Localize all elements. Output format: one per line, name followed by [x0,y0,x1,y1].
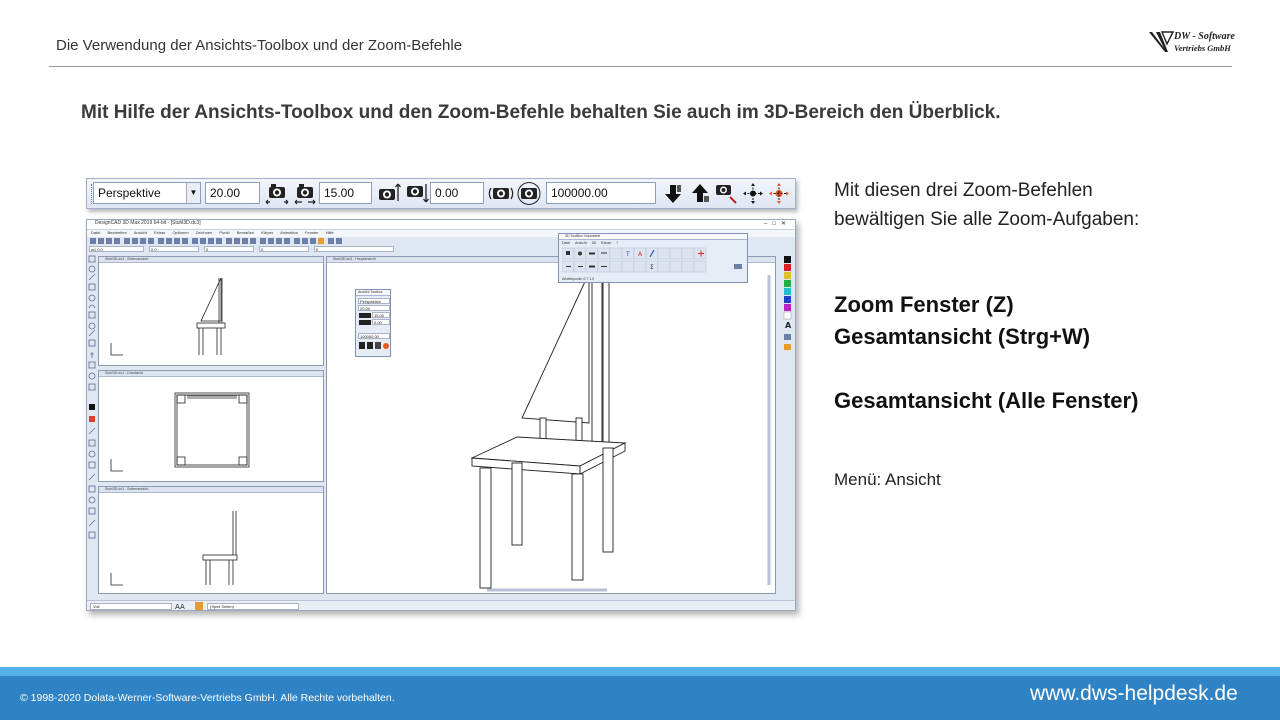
svg-text:A: A [785,321,792,330]
angle-field[interactable]: 0.00 [430,182,484,204]
cad-coordinate-row: w1 0.0 0.0 0 0 0 [89,246,399,253]
menu-punkt[interactable]: Punkt [219,230,229,235]
cad-titlebar: DesignCAD 3D Max 2019 64-bit - [Stuhl3D.… [87,220,795,230]
menu-ansicht[interactable]: Ansicht [134,230,147,235]
window-controls-icon[interactable]: –□✕ [764,220,791,227]
svg-text:Σ: Σ [650,264,654,271]
vol-menu-extras[interactable]: Extras [601,241,611,245]
chair-side-drawing [110,277,226,356]
mini-projection[interactable]: Perspektive [358,298,390,304]
projection-value: Perspektive [98,186,161,200]
menu-fenster[interactable]: Fenster [305,230,319,235]
menu-datei[interactable]: Datei [91,230,100,235]
pane-main-view[interactable]: Stuhl3D.dc3 - Hauptansicht [326,256,776,594]
footer-accent-strip [0,667,1280,676]
cad-statusbar: Voll AA (Spell Seiten) [87,600,795,610]
menu-hilfe[interactable]: Hilfe [326,230,334,235]
header-divider [49,66,1232,67]
vol-menu-help[interactable]: ? [616,241,618,245]
pane-side-view-2[interactable]: Stuhl3D.dc3 - Seitenansicht [98,486,324,594]
view-up-icon[interactable] [687,181,713,206]
mini-value-1[interactable]: 20.00 [358,305,390,311]
mini-camera-icon[interactable] [358,312,372,330]
company-logo: DW - Software Vertriebs GmbH [1148,30,1235,56]
logo-line-1: DW - Software [1174,31,1235,42]
menu-bemassen[interactable]: Bemaßen [237,230,254,235]
zoom-out-factor-field[interactable]: 15.00 [319,182,372,204]
chair-top-drawing [110,392,250,472]
command-full-view-all: Gesamtansicht (Alle Fenster) [834,388,1139,413]
headline: Mit Hilfe der Ansichts-Toolbox und den Z… [81,102,1001,123]
camera-zoom-out-icon[interactable] [292,181,318,206]
intro-text: Mit diesen drei Zoom-Befehlen bewältigen… [834,176,1254,234]
coord-field-5[interactable]: 0 [314,246,394,252]
camera-zoom-in-icon[interactable] [264,181,290,206]
mini-toolbox-title: Ansicht Toolbox [356,290,390,296]
volumetry-footer: Arbeitspunkt: 0.7 1.0 [562,277,595,281]
command-full-view: Gesamtansicht (Strg+W) [834,324,1091,349]
pane-side-view[interactable]: Stuhl3D.dc3 - Seitenansicht [98,256,324,366]
menu-animation[interactable]: Animation [280,230,298,235]
coord-field-4[interactable]: 0 [259,246,309,252]
svg-text:AA: AA [175,603,185,610]
volumetry-toolbox-title: 3D ToolBox Volumetrie [559,234,747,240]
menu-bearbeiten[interactable]: Bearbeiten [107,230,126,235]
pan-zoom-icon[interactable] [766,181,792,206]
logo-mark-icon [1149,31,1174,52]
page-title: Die Verwendung der Ansichts-Toolbox und … [56,37,463,54]
zoom-in-factor-field[interactable]: 20.00 [205,182,260,204]
camera-rotate-left-icon[interactable] [488,181,514,206]
view-distance-field[interactable]: 100000.00 [546,182,656,204]
mini-view-buttons-icon[interactable] [358,341,390,351]
volumetry-toolbox[interactable]: 3D ToolBox Volumetrie Datei Ansicht 3D Extr… [558,233,748,283]
command-zoom-window: Zoom Fenster (Z) [834,292,1014,317]
projection-select[interactable]: Perspektive ▼ [93,182,201,204]
menu-koerper[interactable]: Körper [261,230,273,235]
coord-field-1[interactable]: w1 0.0 [89,246,144,252]
mini-value-2[interactable]: 15.00 [372,312,390,318]
camera-move-icon[interactable] [713,181,739,206]
logo-line-2: Vertriebs GmbH [1174,43,1231,53]
coord-field-3[interactable]: 0 [204,246,254,252]
camera-tilt-up-icon[interactable] [376,181,402,206]
svg-text:T: T [625,251,630,258]
cad-color-palette-icon[interactable]: A [783,256,793,376]
camera-tilt-down-icon[interactable] [404,181,430,206]
menu-note: Menü: Ansicht [834,470,941,489]
cad-drawing-toolbar-icon[interactable] [87,254,97,594]
vol-menu-ansicht[interactable]: Ansicht [575,241,586,245]
view-down-icon[interactable] [660,181,686,206]
chevron-down-icon[interactable]: ▼ [186,183,200,203]
menu-zeichnen[interactable]: Zeichnen [196,230,212,235]
intro-line-1: Mit diesen drei Zoom-Befehlen [834,180,1093,201]
mini-view-toolbox[interactable]: Ansicht Toolbox Perspektive 20.00 15.00 … [355,289,391,357]
intro-line-2: bewältigen Sie alle Zoom-Aufgaben: [834,209,1140,230]
copyright-text: © 1998-2020 Dolata-Werner-Software-Vertr… [20,692,395,704]
menu-extras[interactable]: Extras [154,230,165,235]
chair-front-drawing [110,511,238,586]
vol-menu-datei[interactable]: Datei [562,241,570,245]
pan-icon[interactable] [740,181,766,206]
cad-window-title: DesignCAD 3D Max 2019 64-bit - [Stuhl3D.… [95,220,201,226]
volumetry-menu: Datei Ansicht 3D Extras? [562,241,618,245]
font-select[interactable]: (Spell Seiten) [207,603,299,610]
vol-menu-3d[interactable]: 3D [592,241,596,245]
chair-perspective-drawing [470,267,771,592]
text-style-buttons-icon[interactable]: AA [175,602,205,610]
pane-top-view[interactable]: Stuhl3D.dc3 - Draufsicht [98,370,324,482]
website-link[interactable]: www.dws-helpdesk.de [1030,682,1238,706]
menu-optionen[interactable]: Optionen [172,230,188,235]
camera-rotate-right-icon[interactable] [516,181,542,206]
coord-field-2[interactable]: 0.0 [149,246,199,252]
cad-standard-toolbar-icon[interactable] [89,237,349,246]
volumetry-tool-grid-icon[interactable]: T A Σ [562,247,746,275]
line-style-select[interactable]: Voll [90,603,172,610]
cad-app-window: DesignCAD 3D Max 2019 64-bit - [Stuhl3D.… [86,219,796,611]
mini-value-4[interactable]: 100000.00 [358,333,390,339]
mini-value-3[interactable]: 0.00 [372,319,390,325]
